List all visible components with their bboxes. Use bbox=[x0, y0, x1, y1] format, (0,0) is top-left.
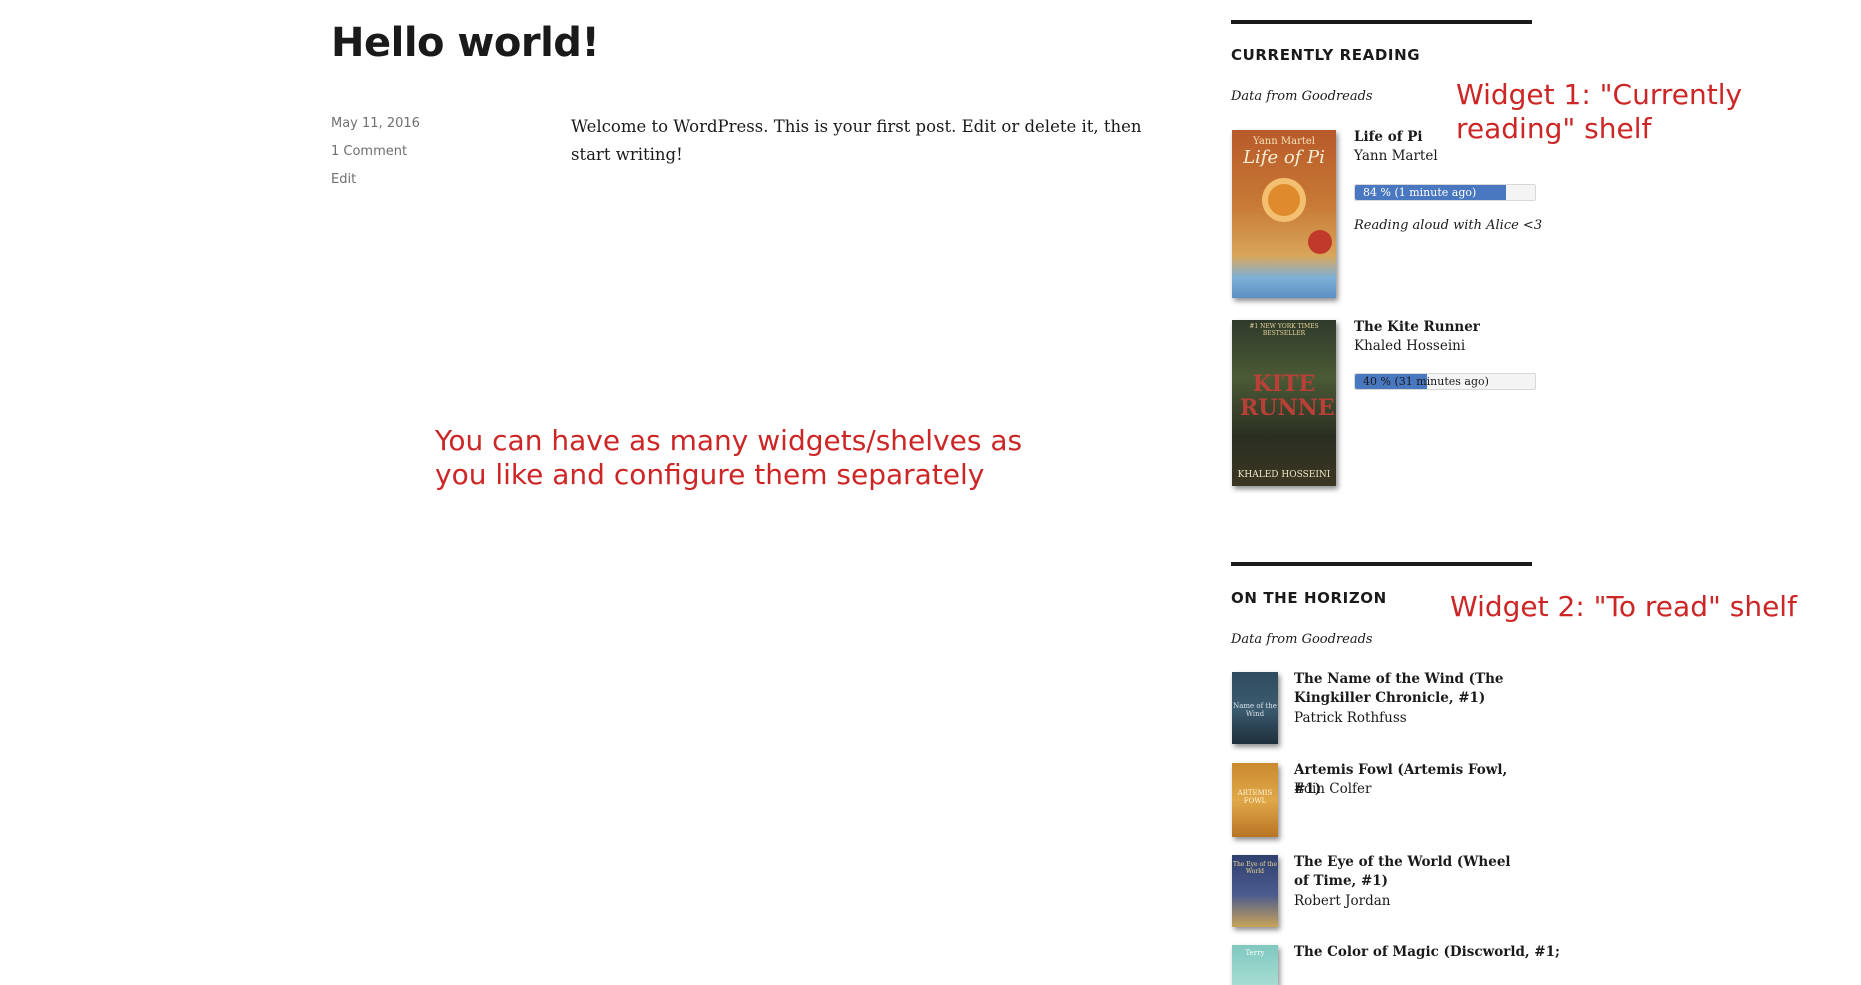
book-cover-eye-of-the-world[interactable]: The Eye of the World bbox=[1232, 855, 1278, 927]
post-date-link[interactable]: May 11, 2016 bbox=[331, 116, 420, 131]
cover-author-text: KHALED HOSSEINI bbox=[1237, 470, 1331, 480]
book-cover-name-of-the-wind[interactable]: Name of the Wind bbox=[1232, 672, 1278, 744]
book-title[interactable]: The Kite Runner bbox=[1354, 318, 1480, 337]
reading-progress-bar: 40 % (31 minutes ago) bbox=[1354, 373, 1536, 390]
book-cover-kite-runner[interactable]: #1 NEW YORK TIMES BESTSELLER KITE RUNNER… bbox=[1232, 320, 1336, 486]
cover-tagline-text: #1 NEW YORK TIMES BESTSELLER bbox=[1249, 323, 1319, 337]
widget1-credit: Data from Goodreads bbox=[1231, 89, 1373, 104]
progress-label: 40 % (31 minutes ago) bbox=[1363, 375, 1489, 388]
book-title[interactable]: The Name of the Wind (The Kingkiller Chr… bbox=[1294, 670, 1524, 708]
cover-title-text: Life of Pi bbox=[1243, 147, 1325, 168]
widget1-title: CURRENTLY READING bbox=[1231, 46, 1421, 64]
award-seal bbox=[1308, 230, 1332, 254]
annotation-widget2: Widget 2: "To read" shelf bbox=[1450, 590, 1797, 623]
cover-title-text: KITE RUNNER bbox=[1240, 371, 1336, 421]
cover-author-text: Yann Martel bbox=[1253, 136, 1315, 147]
book-title[interactable]: Life of Pi bbox=[1354, 128, 1423, 147]
cover-title-text: Name of the Wind bbox=[1233, 702, 1277, 718]
comments-link[interactable]: 1 Comment bbox=[331, 144, 407, 159]
widget2-title: ON THE HORIZON bbox=[1231, 589, 1387, 607]
post-comments[interactable]: 1 Comment bbox=[331, 144, 407, 159]
book-cover-artemis-fowl[interactable]: ARTEMIS FOWL bbox=[1232, 763, 1278, 837]
book-title[interactable]: The Eye of the World (Wheel of Time, #1) bbox=[1294, 853, 1524, 891]
post-edit[interactable]: Edit bbox=[331, 172, 356, 187]
book-title[interactable]: The Color of Magic (Discworld, #1; bbox=[1294, 943, 1560, 962]
widget2-rule bbox=[1231, 562, 1532, 566]
edit-link[interactable]: Edit bbox=[331, 172, 356, 187]
reading-progress-bar: 84 % (1 minute ago) bbox=[1354, 184, 1536, 201]
widget2-credit: Data from Goodreads bbox=[1231, 632, 1373, 647]
book-author: Eoin Colfer bbox=[1294, 781, 1372, 797]
book-cover-color-of-magic[interactable]: Terry bbox=[1232, 945, 1278, 985]
cover-title-text: ARTEMIS FOWL bbox=[1237, 789, 1273, 805]
progress-label: 84 % (1 minute ago) bbox=[1363, 186, 1477, 199]
cover-title-text: The Eye of the World bbox=[1232, 861, 1278, 875]
book-author: Robert Jordan bbox=[1294, 893, 1391, 909]
post-date[interactable]: May 11, 2016 bbox=[331, 116, 420, 131]
cover-title-text: Terry bbox=[1245, 949, 1265, 957]
book-author: Patrick Rothfuss bbox=[1294, 710, 1407, 726]
book-cover-life-of-pi[interactable]: Yann Martel Life of Pi bbox=[1232, 130, 1336, 298]
book-comment: Reading aloud with Alice <3 bbox=[1354, 218, 1543, 233]
tiger-illustration bbox=[1262, 178, 1306, 222]
book-author: Khaled Hosseini bbox=[1354, 338, 1466, 354]
book-author: Yann Martel bbox=[1354, 148, 1438, 164]
annotation-middle: You can have as many widgets/shelves as … bbox=[435, 424, 1023, 491]
post-content: Welcome to WordPress. This is your first… bbox=[571, 117, 1142, 164]
post-title[interactable]: Hello world! bbox=[331, 20, 600, 66]
annotation-widget1: Widget 1: "Currently reading" shelf bbox=[1456, 78, 1743, 145]
widget1-rule bbox=[1231, 20, 1532, 24]
